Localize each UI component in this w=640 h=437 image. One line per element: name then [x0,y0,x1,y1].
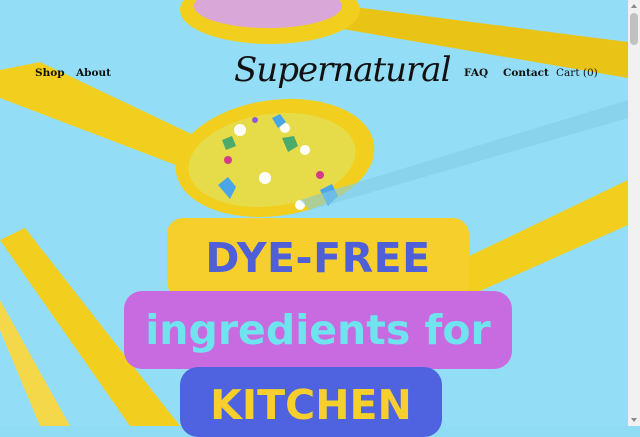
scroll-down-arrow-icon [631,418,637,422]
scroll-down-button[interactable] [628,414,640,426]
scroll-thumb[interactable] [630,13,638,45]
headline-line-2: ingredients for [124,291,512,369]
hero-headline: DYE-FREE ingredients for KITCHEN [0,0,628,437]
headline-line-3: KITCHEN [180,367,442,437]
headline-line-1: DYE-FREE [167,218,469,298]
scroll-up-arrow-icon [631,4,637,8]
scroll-up-button[interactable] [628,0,640,12]
page-scrollbar[interactable] [628,0,640,426]
